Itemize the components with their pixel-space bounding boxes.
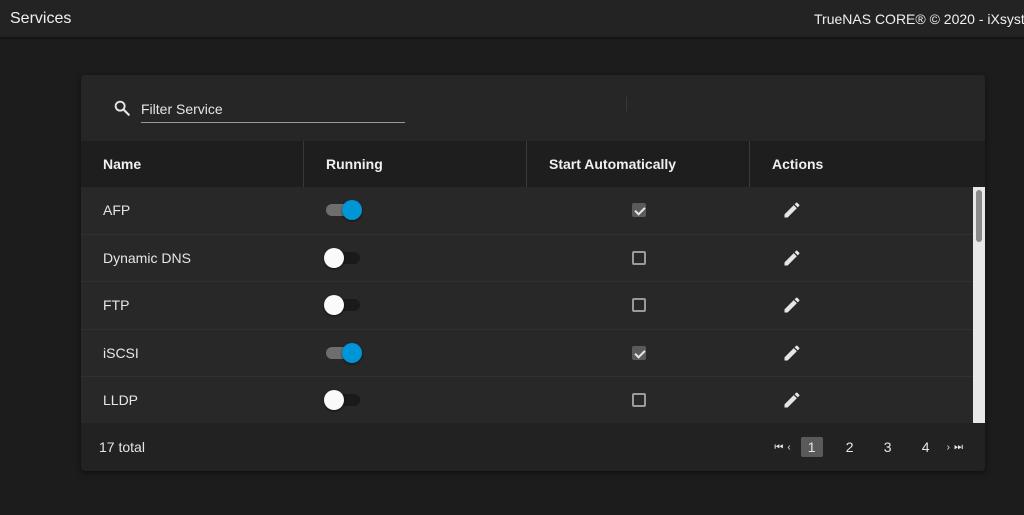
page-button-1[interactable]: 1 [800,437,823,457]
table-scrollbar[interactable] [973,187,985,423]
running-toggle[interactable] [324,295,362,316]
table-header: Name Running Start Automatically Actions [81,141,985,187]
toggle-thumb [324,295,344,316]
start-automatically-checkbox[interactable] [631,203,646,218]
page-button-3[interactable]: 3 [877,437,899,457]
start-auto-cell [527,282,750,329]
toggle-thumb [324,247,344,268]
next-page-icon[interactable]: › [947,442,950,453]
prev-page-icon[interactable]: ‹ [787,442,790,453]
start-auto-cell [527,235,750,282]
table-row: Dynamic DNS [81,234,973,282]
service-name: iSCSI [103,344,139,361]
pencil-icon[interactable] [782,200,802,220]
service-name: LLDP [103,392,139,409]
actions-cell [750,377,973,423]
table-row: FTP [81,282,973,330]
table-footer: 17 total ⏮ ‹ 1 2 3 4 › ⏭ [81,423,985,471]
services-card: Name Running Start Automatically Actions… [81,75,985,471]
start-auto-cell [527,187,750,234]
column-header-name[interactable]: Name [81,141,304,187]
running-cell [304,235,527,282]
last-page-icon[interactable]: ⏭ [954,442,963,453]
table-row: AFP [81,187,973,235]
start-automatically-checkbox[interactable] [631,298,646,313]
table-body: AFP Dynamic DNS FTP iSCSI LLDP [81,187,973,423]
toggle-thumb [324,390,344,411]
running-cell [304,330,527,377]
service-name: AFP [103,202,131,219]
column-header-actions: Actions [772,156,824,172]
service-name: Dynamic DNS [103,249,191,266]
running-cell [304,282,527,329]
paginator: ⏮ ‹ 1 2 3 4 › ⏭ [772,437,985,457]
actions-cell [750,235,973,282]
scrollbar-thumb[interactable] [976,190,982,242]
running-toggle[interactable] [324,247,362,268]
top-bar: Services TrueNAS CORE® © 2020 - iXsystem… [0,0,1024,37]
page-button-2[interactable]: 2 [839,437,861,457]
copyright-text: TrueNAS CORE® © 2020 - iXsystems [814,10,1024,27]
page-title: Services [10,9,72,27]
column-header-start-automatically[interactable]: Start Automatically [527,141,750,187]
running-toggle[interactable] [324,390,362,411]
filter-service-input[interactable] [141,99,405,123]
search-icon [114,100,130,116]
page-button-4[interactable]: 4 [915,437,937,457]
pencil-icon[interactable] [782,295,802,315]
start-automatically-checkbox[interactable] [631,250,646,265]
table-row: LLDP [81,377,973,423]
actions-cell [750,330,973,377]
actions-cell [750,187,973,234]
running-toggle[interactable] [326,200,362,221]
start-automatically-checkbox[interactable] [631,345,646,360]
pencil-icon[interactable] [782,343,802,363]
start-auto-cell [527,377,750,423]
running-cell [304,377,527,423]
toggle-thumb [342,200,362,221]
start-automatically-checkbox[interactable] [631,393,646,408]
pencil-icon[interactable] [782,248,802,268]
start-auto-cell [527,330,750,377]
service-name: FTP [103,297,130,314]
running-cell [304,187,527,234]
total-count: 17 total [99,439,145,455]
filter-divider [626,97,627,111]
column-header-running[interactable]: Running [304,141,527,187]
actions-cell [750,282,973,329]
running-toggle[interactable] [326,342,362,363]
table-row: iSCSI [81,329,973,377]
first-page-icon[interactable]: ⏮ [774,442,783,453]
filter-bar [81,75,985,141]
toggle-thumb [342,342,362,363]
pencil-icon[interactable] [782,390,802,410]
